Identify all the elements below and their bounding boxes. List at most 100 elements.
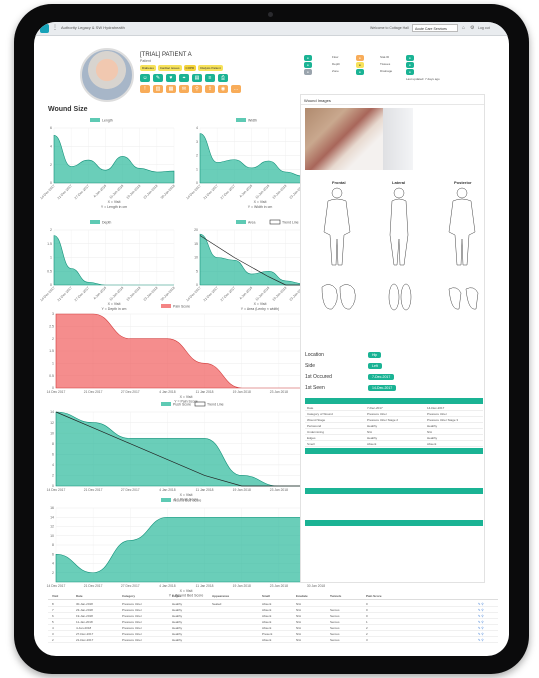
legend-swatch — [161, 498, 171, 502]
assessment-cell: Healthy — [367, 436, 378, 440]
assessment-cell: Healthy — [427, 436, 438, 440]
y-tick-label: 20 — [194, 228, 198, 232]
user-button[interactable]: ☺ — [140, 74, 150, 82]
wound-size-title: Wound Size — [48, 106, 88, 113]
column-header[interactable]: Appearance — [212, 594, 229, 598]
status-badge: ● — [406, 62, 414, 68]
x-tick-label: 11-Jan-2018 — [109, 184, 125, 200]
x-tick-label: 23-Jan-2018 — [143, 286, 159, 302]
legend-swatch — [161, 402, 171, 406]
x-tick-label: 11-Jan-2018 — [255, 184, 271, 200]
x-tick-label: 27 Dec 2017 — [121, 488, 140, 492]
note-button[interactable]: ✉ — [179, 85, 189, 93]
visits-table-header: Visit Date Category Edges Appearance Smell Exu… — [48, 592, 498, 600]
y-tick-label: 2 — [196, 154, 198, 158]
y-axis-label: Y = Length in cm — [101, 205, 127, 209]
home-button[interactable] — [40, 24, 49, 33]
row-actions-icon[interactable]: ✎ ⚲ — [478, 638, 484, 642]
column-header[interactable]: Exudate — [296, 594, 308, 598]
column-header[interactable]: Smell — [262, 594, 270, 598]
x-tick-label: 14-Dec-2017 — [185, 184, 201, 200]
calendar-button[interactable]: ▦ — [166, 85, 176, 93]
assessment-header — [305, 488, 483, 494]
column-header[interactable]: Tunnels — [330, 594, 341, 598]
column-header[interactable]: Visit — [52, 594, 58, 598]
pin-button[interactable]: ⌖ — [179, 74, 189, 82]
assessment-cell: Wound Stage — [307, 418, 326, 422]
x-tick-label: 21-Dec-2017 — [57, 184, 73, 200]
y-tick-label: 4 — [52, 463, 54, 467]
y-tick-label: 12 — [50, 421, 54, 425]
x-tick-label: 21 Dec 2017 — [84, 390, 103, 394]
x-axis-label: X = Visit — [180, 395, 193, 399]
legend-swatch — [90, 118, 100, 122]
service-select[interactable]: Acute Care Services — [412, 24, 458, 32]
x-tick-label: 19-Jan-2018 — [272, 286, 288, 302]
column-header[interactable]: Edges — [172, 594, 181, 598]
x-tick-label: 14 Dec 2017 — [47, 584, 66, 588]
occurred-value: 7-Dec-2017 — [368, 374, 395, 380]
edit-button[interactable]: ✎ — [153, 74, 163, 82]
status-badge: ● — [356, 69, 364, 75]
y-tick-label: 5 — [196, 269, 198, 273]
table-cell: 3 — [366, 638, 368, 642]
menu-icon[interactable]: ⋮ — [52, 25, 58, 31]
table-cell: Healthy — [172, 638, 183, 642]
x-tick-label: 23 Jan 2018 — [270, 584, 288, 588]
status-badge: ● — [406, 69, 414, 75]
x-tick-label: 4 Jan 2018 — [159, 584, 175, 588]
alert-button[interactable]: ! — [140, 85, 150, 93]
camera-button[interactable]: ◉ — [218, 85, 228, 93]
legend-label: Trend Line — [282, 221, 299, 225]
assessment-cell: Pressure Ulcer Stage 2 — [367, 418, 399, 422]
legend-swatch — [236, 220, 246, 224]
length-chart: Length024614-Dec-2017 21-Dec-2017 27-Dec-2… — [39, 118, 176, 209]
occurred-label: 1st Occured — [305, 374, 332, 380]
assessment-header — [305, 448, 483, 454]
x-tick-label: 23 Jan 2018 — [270, 488, 288, 492]
patient-subtitle: Patient — [140, 59, 151, 63]
camera-dot — [268, 12, 273, 17]
table-row[interactable]: 2 21-Dec-2017 Pressure Ulcer Healthy Absent N… — [48, 636, 498, 643]
wound-bed-score-chart: Wound Bed Score 2 4 6 8 10 12 14 16 14 Dec 2017 21… — [47, 498, 325, 598]
y-tick-label: 0.5 — [49, 374, 54, 378]
x-tick-label: 30-Jan-2018 — [160, 184, 176, 200]
x-tick-label: 21-Dec-2017 — [57, 286, 73, 302]
seen-value: 14-Dec-2017 — [368, 385, 397, 391]
wound-photo-thumb[interactable] — [383, 108, 413, 170]
heart-button[interactable]: ♥ — [166, 74, 176, 82]
more-button[interactable]: … — [231, 85, 241, 93]
status-badge: ● — [356, 55, 364, 61]
y-tick-label: 2 — [52, 337, 54, 341]
x-tick-label: 14-Dec-2017 — [39, 184, 55, 200]
settings-icon[interactable]: ⚙ — [470, 25, 474, 31]
column-header[interactable]: Pain Score — [366, 594, 382, 598]
x-tick-label: 21 Dec 2017 — [84, 488, 103, 492]
column-header[interactable]: Category — [122, 594, 135, 598]
x-tick-label: 11 Jan 2018 — [196, 390, 214, 394]
y-tick-label: 12 — [50, 525, 54, 529]
print-button[interactable]: ⎙ — [218, 74, 228, 82]
doc-button[interactable]: ▤ — [192, 74, 202, 82]
chart-button[interactable]: ▥ — [153, 85, 163, 93]
assessment-row: Undermining N/A N/A — [305, 429, 483, 435]
logout-link[interactable]: Log out — [478, 26, 490, 30]
y-tick-label: 3 — [52, 312, 54, 316]
assessment-row: Periwound Healthy Healthy — [305, 423, 483, 429]
y-tick-label: 1 — [196, 167, 198, 171]
info-label: Zone — [332, 69, 339, 73]
attach-button[interactable]: ⚲ — [192, 85, 202, 93]
assessment-cell: Absent — [427, 442, 437, 446]
assessment-cell: Absent — [367, 442, 377, 446]
wound-photo[interactable] — [305, 108, 383, 170]
x-tick-label: 14-Dec-2017 — [39, 286, 55, 302]
body-map[interactable]: Frontal Lateral Posterior — [304, 177, 500, 347]
y-tick-label: 2 — [50, 228, 52, 232]
column-header[interactable]: Date — [76, 594, 83, 598]
y-tick-label: 1.5 — [47, 242, 52, 246]
side-label: Side — [305, 363, 316, 369]
legend-label: Wound Bed Score — [173, 499, 201, 503]
upload-button[interactable]: ⇪ — [205, 85, 215, 93]
home-icon[interactable]: ⌂ — [462, 25, 465, 31]
list-button[interactable]: ≡ — [205, 74, 215, 82]
